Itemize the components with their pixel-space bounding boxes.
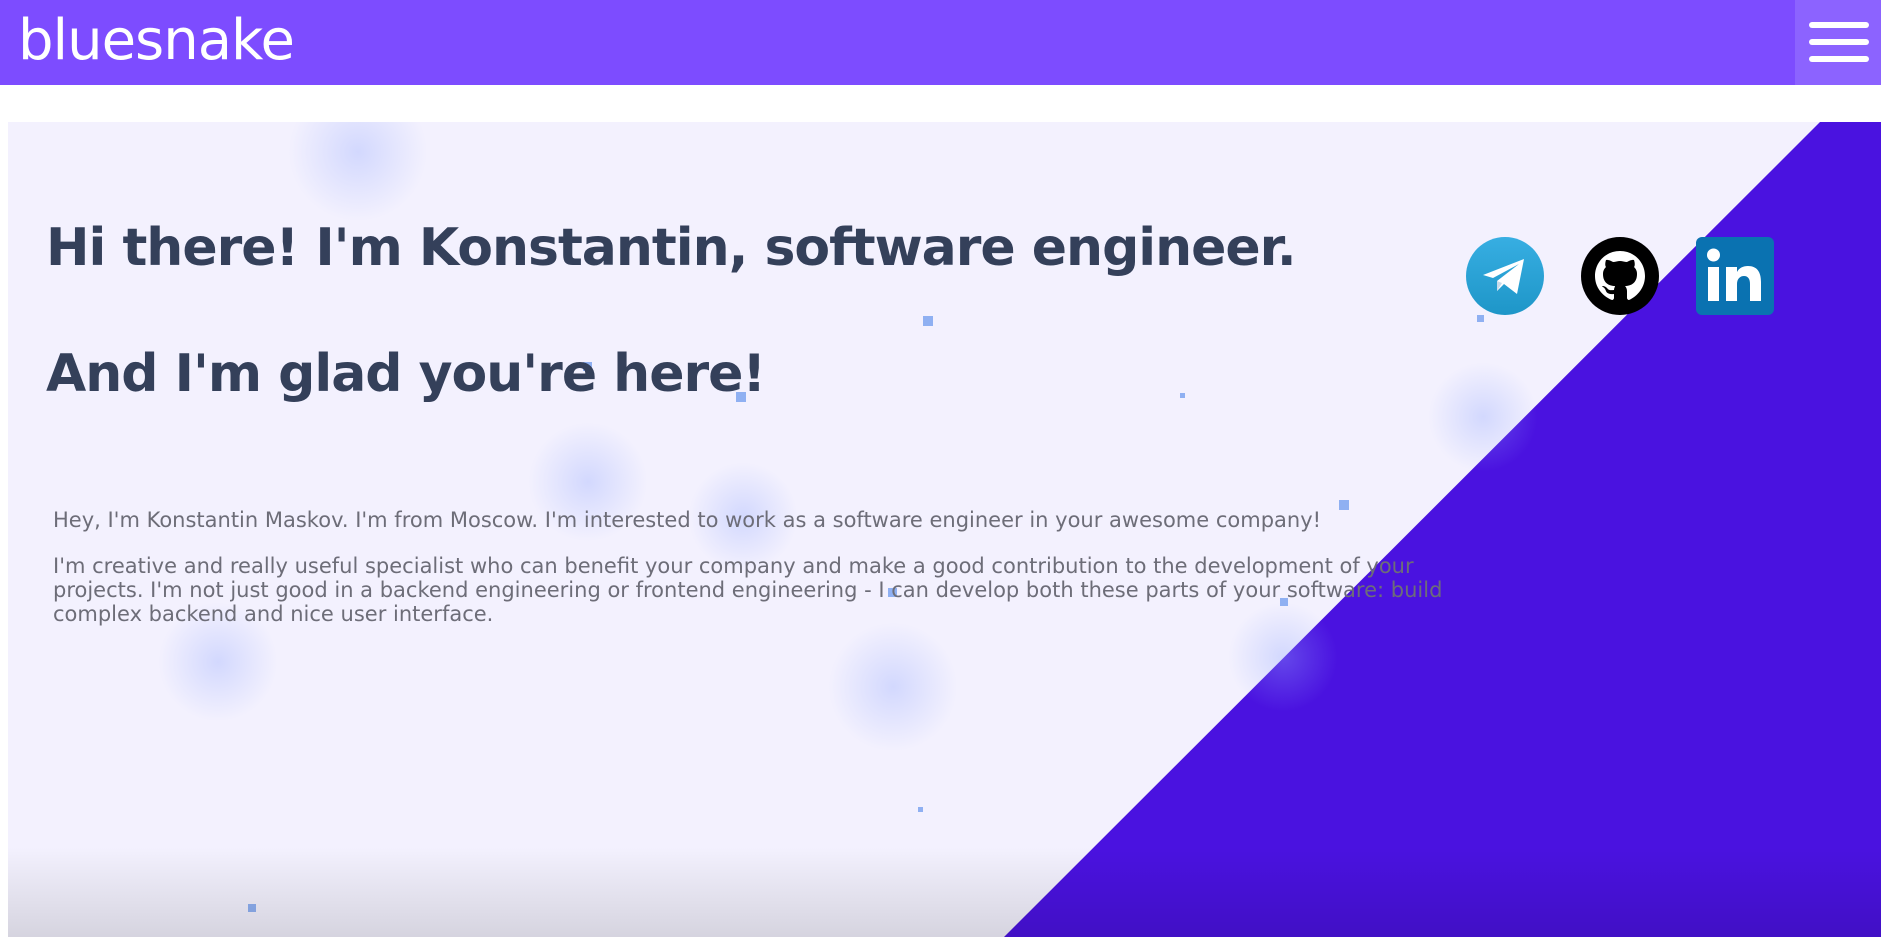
background-particle — [1477, 315, 1484, 322]
skills-paragraph: I'm creative and really useful specialis… — [53, 554, 1443, 626]
bottom-shadow — [8, 847, 1881, 937]
background-particle — [1180, 393, 1185, 398]
github-icon — [1581, 237, 1659, 315]
intro-paragraph: Hey, I'm Konstantin Maskov. I'm from Mos… — [53, 508, 1322, 532]
telegram-link[interactable] — [1466, 237, 1544, 315]
hero-section: Hi there! I'm Konstantin, software engin… — [8, 122, 1881, 937]
site-logo[interactable]: bluesnake — [18, 6, 295, 76]
menu-button[interactable] — [1795, 0, 1881, 85]
hamburger-icon — [1809, 39, 1869, 45]
background-particle — [918, 807, 923, 812]
background-glow — [828, 622, 958, 752]
linkedin-link[interactable] — [1696, 237, 1774, 315]
hero-subheadline: And I'm glad you're here! — [46, 344, 766, 404]
hamburger-icon — [1809, 56, 1869, 62]
linkedin-icon — [1696, 237, 1774, 315]
background-particle — [923, 316, 933, 326]
background-glow — [1428, 362, 1538, 472]
hamburger-icon — [1809, 22, 1869, 28]
hero-headline: Hi there! I'm Konstantin, software engin… — [46, 218, 1297, 278]
top-navigation-bar: bluesnake — [0, 0, 1881, 85]
github-link[interactable] — [1581, 237, 1659, 315]
telegram-icon — [1466, 237, 1544, 315]
